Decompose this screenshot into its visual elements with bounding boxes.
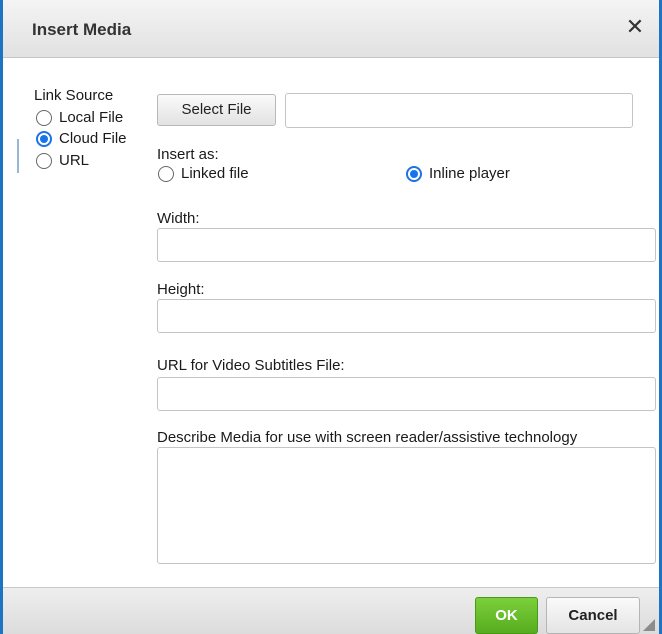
describe-media-label: Describe Media for use with screen reade… <box>157 429 578 446</box>
radio-url[interactable] <box>36 153 52 169</box>
cancel-button[interactable]: Cancel <box>546 597 640 634</box>
linked-file-label: Linked file <box>181 165 249 182</box>
radio-inline-player[interactable] <box>406 166 422 182</box>
select-file-button[interactable]: Select File <box>157 94 276 126</box>
dialog-titlebar[interactable]: Insert Media ✕ <box>3 0 659 58</box>
link-source-label: Link Source <box>34 87 114 104</box>
url-label: URL <box>59 152 90 169</box>
insert-as-label: Insert as: <box>157 146 219 163</box>
insert-media-dialog: Insert Media ✕ Link Source Local File Cl… <box>0 0 662 634</box>
height-label: Height: <box>157 281 205 298</box>
ok-button[interactable]: OK <box>475 597 538 634</box>
describe-media-textarea[interactable] <box>157 447 656 564</box>
close-icon[interactable]: ✕ <box>623 15 647 39</box>
subtitles-url-label: URL for Video Subtitles File: <box>157 357 345 374</box>
radio-local-file[interactable] <box>36 110 52 126</box>
file-path-input[interactable] <box>285 93 633 128</box>
height-input[interactable] <box>157 299 656 333</box>
local-file-label: Local File <box>59 109 124 126</box>
width-label: Width: <box>157 210 200 227</box>
subtitles-url-input[interactable] <box>157 377 656 411</box>
radio-linked-file[interactable] <box>158 166 174 182</box>
panel-divider <box>17 139 19 173</box>
dialog-title: Insert Media <box>32 20 132 39</box>
radio-cloud-file[interactable] <box>36 131 52 147</box>
inline-player-label: Inline player <box>429 165 510 182</box>
resize-grip-icon[interactable] <box>643 619 655 631</box>
width-input[interactable] <box>157 228 656 262</box>
cloud-file-label: Cloud File <box>59 130 127 147</box>
